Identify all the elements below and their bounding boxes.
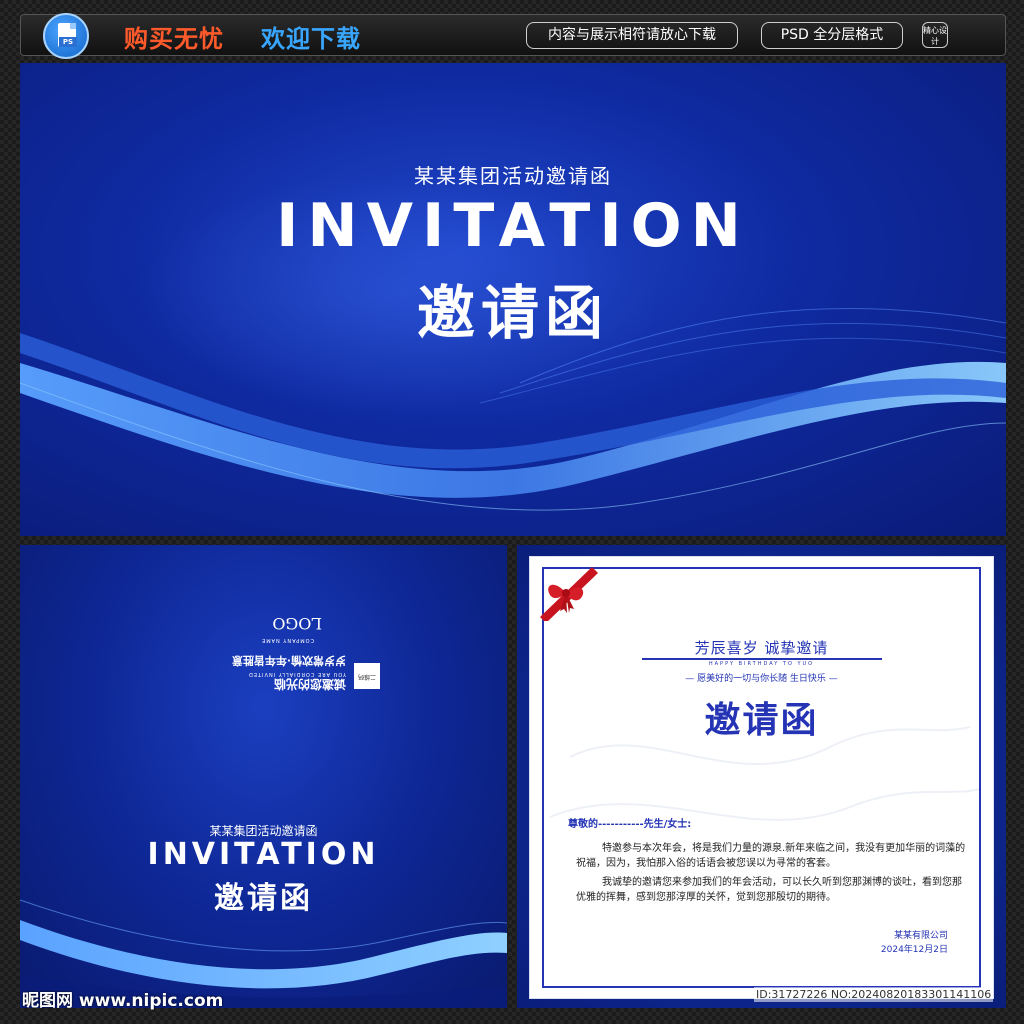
qr-code-placeholder: 二维码 bbox=[354, 663, 380, 689]
card-date: 2024年12月2日 bbox=[880, 945, 948, 955]
back-cover-line3: 岁岁常欢愉·年年皆胜意 bbox=[231, 654, 346, 667]
slogan-welcome-download: 欢迎下载 bbox=[261, 25, 361, 53]
back-cover-line1: 诚邀您的光临 bbox=[273, 677, 346, 691]
back-cover-logo: LOGO bbox=[272, 614, 322, 633]
invitation-card: 芳辰喜岁 诚挚邀请 HAPPY BIRTHDAY TO YUO — 愿美好的一切… bbox=[530, 557, 993, 998]
fine-design-badge: 精心设计 bbox=[922, 22, 948, 48]
card-paragraph-1: 特邀参与本次年会，将是我们力量的源泉.新年来临之间，我没有更加华丽的词藻的祝福，… bbox=[576, 843, 966, 869]
cover-title-en: INVITATION bbox=[147, 837, 380, 872]
card-title: 邀请函 bbox=[704, 699, 819, 741]
psd-file-icon: PS bbox=[43, 13, 89, 59]
ps-badge-label: PS bbox=[59, 37, 77, 47]
banner-subtitle: 某某集团活动邀请函 bbox=[414, 164, 612, 188]
cover-preview: 二维码 诚邀您的光临 YOU ARE CORDIALLY INVITED 岁岁常… bbox=[20, 545, 507, 1008]
banner-preview: 某某集团活动邀请函 INVITATION 邀请函 bbox=[20, 63, 1006, 536]
card-paragraph-2: 我诚挚的邀请您来参加我们的年会活动，可以长久听到您那渊博的谈吐，看到您那优雅的挥… bbox=[576, 877, 962, 903]
letter-preview: 芳辰喜岁 诚挚邀请 HAPPY BIRTHDAY TO YUO — 愿美好的一切… bbox=[517, 545, 1006, 1008]
card-heading-en: HAPPY BIRTHDAY TO YUO bbox=[708, 661, 815, 667]
back-cover-line2: YOU ARE CORDIALLY INVITED bbox=[248, 671, 346, 677]
card-wish: — 愿美好的一切与你长随 生日快乐 — bbox=[685, 674, 838, 684]
banner-title-en: INVITATION bbox=[276, 191, 750, 261]
site-watermark: 昵图网 www.nipic.com bbox=[22, 991, 224, 1011]
heading-divider bbox=[642, 658, 882, 660]
top-bar: PS 购买无忧 欢迎下载 内容与展示相符请放心下载 PSD 全分层格式 精心设计 bbox=[20, 13, 1006, 59]
slogan-worry-free: 购买无忧 bbox=[124, 25, 224, 53]
ribbon-bow-icon bbox=[540, 567, 598, 621]
card-heading: 芳辰喜岁 诚挚邀请 bbox=[694, 639, 829, 657]
card-company: 某某有限公司 bbox=[893, 931, 948, 941]
banner-title-cn: 邀请函 bbox=[416, 279, 609, 347]
psd-format-badge: PSD 全分层格式 bbox=[761, 22, 903, 49]
cover-title-cn: 邀请函 bbox=[214, 881, 313, 916]
back-cover-upside-down: 二维码 诚邀您的光临 YOU ARE CORDIALLY INVITED 岁岁常… bbox=[180, 605, 380, 695]
card-frame bbox=[542, 567, 981, 988]
back-cover-company: COMPANY NAME bbox=[261, 637, 314, 643]
card-greeting: 尊敬的-----------先生/女士: bbox=[568, 819, 692, 830]
content-match-badge: 内容与展示相符请放心下载 bbox=[526, 22, 738, 49]
image-id-watermark: ID:31727226 NO:20240820183301141106 bbox=[754, 987, 994, 1002]
